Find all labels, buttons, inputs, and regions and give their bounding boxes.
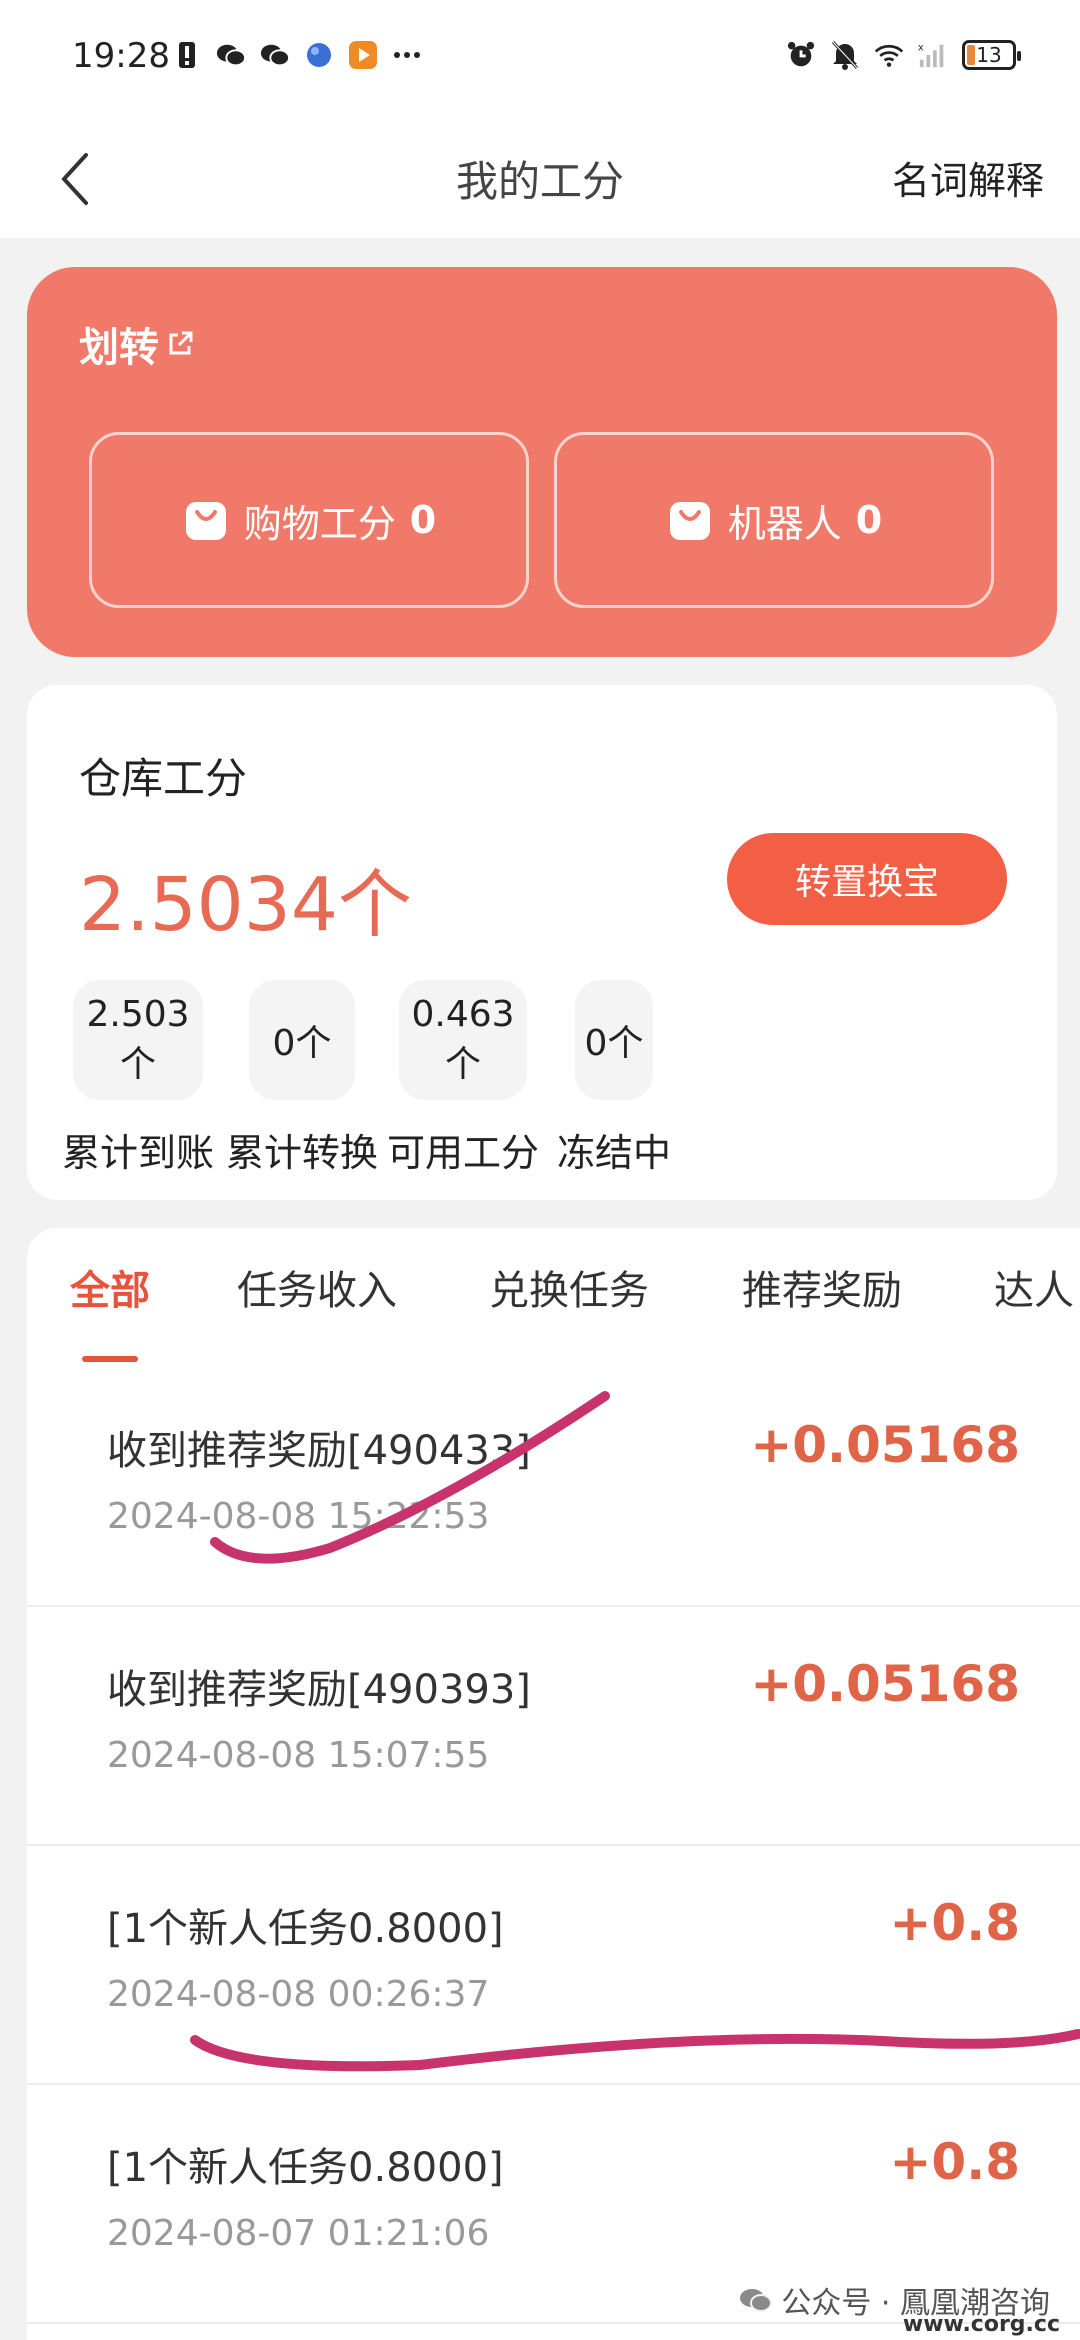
tab-exchange-task[interactable]: 兑换任务 [489, 1258, 649, 1316]
notification-icons [172, 40, 422, 70]
watermark-site: www.corg.cc [902, 2312, 1060, 2337]
warehouse-amount: 2.5034个 [79, 862, 412, 948]
stat-value: 0个 [249, 980, 355, 1100]
wechat-icon [260, 40, 290, 70]
glossary-link[interactable]: 名词解释 [892, 150, 1044, 205]
record-title: [1个新人任务0.8000] [107, 2145, 504, 2191]
record-time: 2024-08-07 01:21:06 [107, 2213, 490, 2254]
status-time: 19:28 [72, 36, 170, 76]
wechat-icon [740, 2289, 773, 2312]
record-row[interactable]: 收到推荐奖励[490433] 2024-08-08 15:22:53 +0.05… [27, 1368, 1080, 1607]
record-title: 收到推荐奖励[490433] [107, 1428, 531, 1474]
record-row[interactable]: 收到推荐奖励[490393] 2024-08-08 15:07:55 +0.05… [27, 1607, 1080, 1846]
shopping-points-value: 0 [409, 498, 437, 542]
records-card: 全部 任务收入 兑换任务 推荐奖励 达人 收到推荐奖励[490433] 2024… [27, 1228, 1080, 2340]
transfer-title: 划转 [79, 325, 159, 371]
signal-icon: x [918, 40, 948, 70]
shopping-bag-icon [666, 496, 714, 544]
battery-percent: 13 [976, 43, 1002, 67]
stat-label: 冻结中 [556, 1131, 671, 1175]
transfer-card: 划转 购物工分 0 机器人 0 [27, 267, 1057, 657]
stat-total-received: 2.503个 累计到账 [62, 980, 214, 1177]
system-icons: x 13 [786, 40, 1021, 70]
warehouse-card: 仓库工分 2.5034个 转置换宝 2.503个 累计到账 0个 累计转换 0.… [27, 685, 1057, 1200]
stat-label: 累计到账 [61, 1131, 214, 1175]
robot-points-value: 0 [855, 498, 883, 542]
mute-bell-icon [830, 40, 860, 70]
record-amount: +0.8 [889, 1894, 1020, 1952]
battery-icon: 13 [962, 40, 1021, 70]
record-time: 2024-08-08 15:22:53 [107, 1496, 490, 1537]
record-title: [1个新人任务0.8000] [107, 1906, 504, 1952]
record-time: 2024-08-08 15:07:55 [107, 1735, 490, 1776]
record-time: 2024-08-08 00:26:37 [107, 1974, 490, 2015]
video-app-icon [348, 40, 378, 70]
stat-label: 可用工分 [386, 1131, 539, 1175]
stat-value: 0个 [575, 980, 653, 1100]
tab-active-indicator [82, 1356, 138, 1362]
record-title: 收到推荐奖励[490393] [107, 1667, 531, 1713]
record-amount: +0.8 [889, 2133, 1020, 2191]
alarm-icon [786, 40, 816, 70]
stat-value: 0.463个 [399, 980, 527, 1100]
record-amount: +0.05168 [750, 1655, 1020, 1713]
svg-text:x: x [918, 42, 924, 53]
nav-bar: 我的工分 名词解释 [0, 120, 1080, 238]
tab-all[interactable]: 全部 [70, 1258, 150, 1316]
external-link-icon [169, 331, 193, 355]
stat-value: 2.503个 [73, 980, 203, 1100]
stat-available: 0.463个 可用工分 [387, 980, 539, 1177]
robot-points-box[interactable]: 机器人 0 [554, 432, 994, 608]
stat-label: 累计转换 [225, 1131, 378, 1175]
record-row[interactable]: [1个新人任务0.8000] 2024-08-08 00:26:37 +0.8 [27, 1846, 1080, 2085]
shopping-bag-icon [182, 496, 230, 544]
status-bar: 19:28 x 13 [0, 0, 1080, 120]
robot-points-label: 机器人 [727, 501, 842, 546]
transfer-link[interactable]: 划转 [79, 315, 195, 373]
shopping-points-label: 购物工分 [243, 501, 396, 546]
warehouse-title: 仓库工分 [79, 754, 248, 803]
tab-task-income[interactable]: 任务收入 [237, 1258, 397, 1316]
stat-total-converted: 0个 累计转换 [226, 980, 378, 1177]
tab-expert[interactable]: 达人 [994, 1258, 1074, 1316]
stat-frozen: 0个 冻结中 [557, 980, 671, 1177]
convert-button[interactable]: 转置换宝 [727, 833, 1007, 925]
app-icon [304, 40, 334, 70]
more-dots-icon [392, 40, 422, 70]
record-amount: +0.05168 [750, 1416, 1020, 1474]
alert-icon [172, 40, 202, 70]
tab-referral-reward[interactable]: 推荐奖励 [742, 1258, 902, 1316]
wechat-icon [216, 40, 246, 70]
battery-level [967, 45, 975, 65]
wifi-icon [874, 40, 904, 70]
shopping-points-box[interactable]: 购物工分 0 [89, 432, 529, 608]
